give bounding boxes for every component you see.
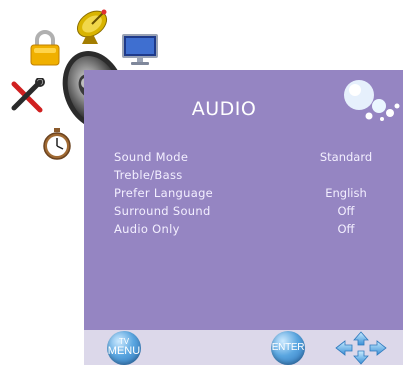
menu-item-prefer-language[interactable]: Prefer Language English	[114, 186, 374, 204]
menu-item-value: Off	[337, 222, 355, 236]
satellite-dish-icon[interactable]	[72, 6, 114, 46]
menu-item-label: Treble/Bass	[114, 168, 183, 182]
menu-label: MENU	[107, 345, 141, 357]
menu-item-label: Sound Mode	[114, 150, 189, 164]
menu-item-value: Standard	[319, 150, 373, 164]
enter-label: ENTER	[271, 342, 305, 353]
menu-item-label: Surround Sound	[114, 204, 211, 218]
menu-title: AUDIO	[191, 98, 257, 120]
menu-item-value: Off	[337, 204, 355, 218]
footer-bar: TV MENU ENTER	[84, 330, 403, 365]
navigation-arrows-icon[interactable]	[330, 331, 392, 365]
menu-item-label: Prefer Language	[114, 186, 214, 200]
menu-item-surround-sound[interactable]: Surround Sound Off	[114, 204, 374, 222]
menu-item-audio-only[interactable]: Audio Only Off	[114, 222, 374, 240]
enter-button[interactable]: ENTER	[271, 331, 305, 365]
tv-menu-button[interactable]: TV MENU	[107, 331, 141, 365]
bubbles-icon	[342, 78, 402, 124]
menu-item-sound-mode[interactable]: Sound Mode Standard	[114, 150, 374, 168]
tools-icon[interactable]	[8, 77, 46, 114]
menu-item-treble-bass[interactable]: Treble/Bass	[114, 168, 374, 186]
menu-item-value: English	[325, 186, 367, 200]
timer-icon[interactable]	[40, 127, 74, 161]
menu-item-label: Audio Only	[114, 222, 180, 236]
audio-menu-panel: AUDIO Sound Mode Standard Treble/Bass Pr…	[84, 70, 403, 330]
